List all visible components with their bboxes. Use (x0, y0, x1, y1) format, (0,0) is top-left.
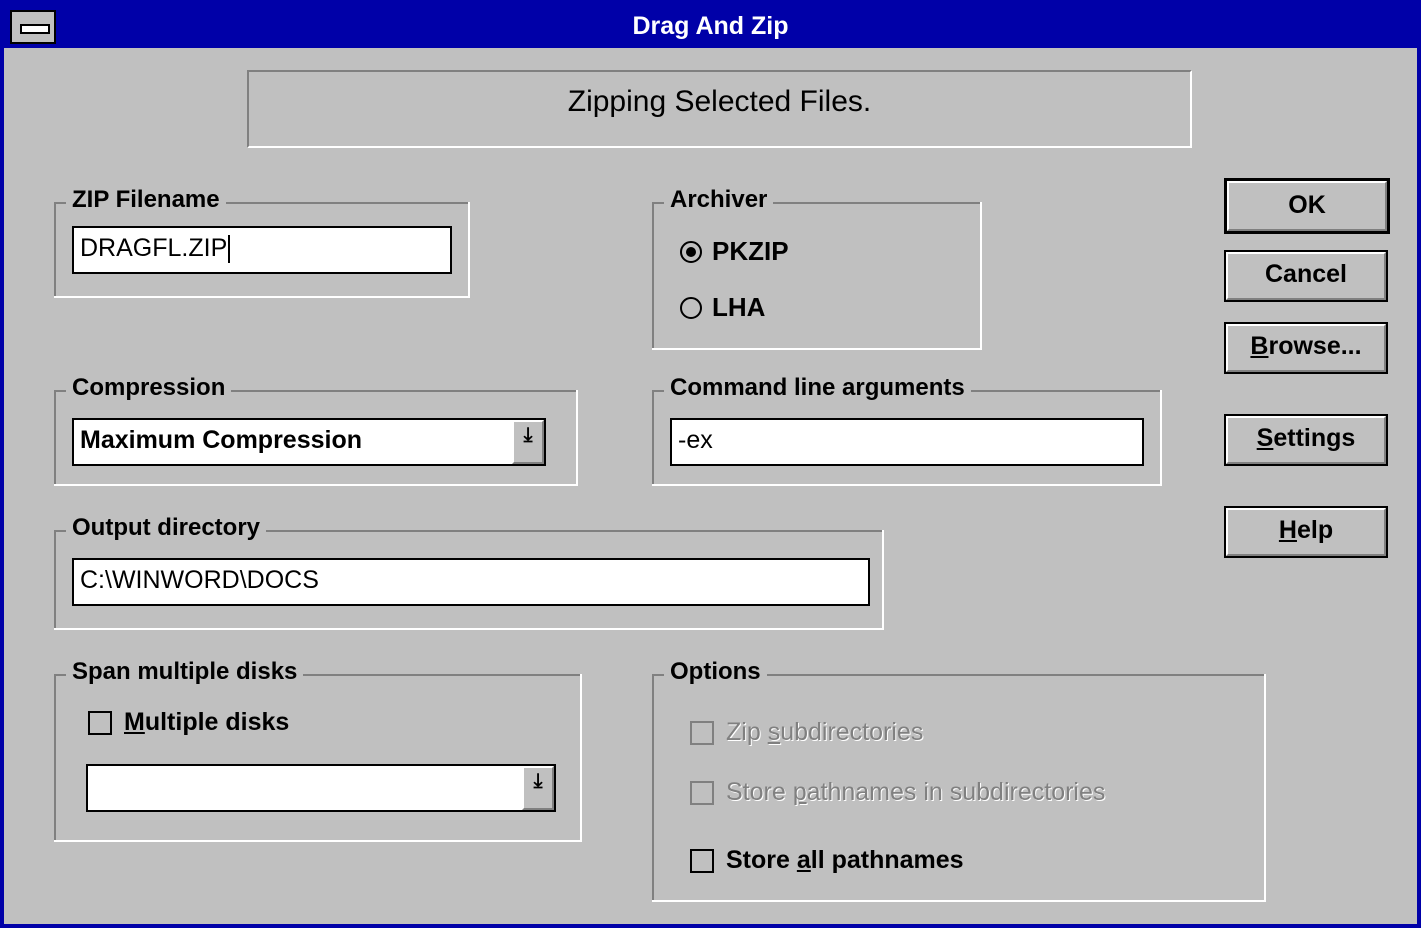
disk-drive-dropdown-button[interactable]: ⤓ (522, 766, 554, 810)
radio-selected-icon (680, 240, 702, 263)
compression-dropdown-button[interactable]: ⤓ (512, 420, 544, 464)
multiple-disks-label: Multiple disks (124, 708, 290, 736)
radio-unselected-icon (680, 296, 702, 319)
checkbox-icon (690, 720, 714, 745)
archiver-label: Archiver (664, 186, 774, 214)
zip-filename-input[interactable]: DRAGFL.ZIP (72, 226, 452, 274)
store-pathnames-subdirs-checkbox[interactable]: Store pathnames in subdirectories (690, 778, 1105, 807)
status-message: Zipping Selected Files. (247, 70, 1192, 148)
multiple-disks-checkbox[interactable]: Multiple disks (88, 708, 289, 737)
store-pathnames-subdirs-label: Store pathnames in subdirectories (726, 778, 1106, 806)
checkbox-icon (690, 848, 714, 873)
output-directory-input[interactable]: C:\WINWORD\DOCS (72, 558, 870, 606)
cancel-button[interactable]: Cancel (1224, 250, 1388, 302)
checkbox-icon (690, 780, 714, 805)
browse-label: rowse... (1268, 332, 1362, 360)
settings-mnemonic: S (1256, 424, 1274, 452)
zip-filename-label: ZIP Filename (66, 186, 226, 214)
dialog-client: Zipping Selected Files. ZIP Filename DRA… (4, 48, 1417, 924)
options-label: Options (664, 658, 767, 686)
radio-pkzip-label: PKZIP (712, 236, 789, 266)
zip-filename-group: ZIP Filename DRAGFL.ZIP (54, 186, 470, 298)
dialog-window: Drag And Zip Zipping Selected Files. ZIP… (0, 0, 1421, 928)
command-line-group: Command line arguments -ex (652, 374, 1162, 486)
command-line-label: Command line arguments (664, 374, 971, 402)
options-group: Options Zip subdirectories Store pathnam… (652, 658, 1266, 902)
compression-label: Compression (66, 374, 232, 402)
radio-pkzip[interactable]: PKZIP (680, 236, 789, 267)
settings-button[interactable]: Settings (1224, 414, 1388, 466)
radio-lha-label: LHA (712, 292, 766, 322)
compression-value: Maximum Compression (80, 426, 363, 454)
span-disks-label: Span multiple disks (66, 658, 304, 686)
archiver-group: Archiver PKZIP LHA (652, 186, 982, 350)
window-title: Drag And Zip (632, 12, 789, 40)
checkbox-icon (88, 710, 112, 735)
store-all-pathnames-label: Store all pathnames (726, 846, 964, 874)
output-directory-group: Output directory C:\WINWORD\DOCS (54, 514, 884, 630)
disk-drive-select[interactable] (86, 764, 556, 812)
store-all-pathnames-checkbox[interactable]: Store all pathnames (690, 846, 964, 875)
help-label: elp (1296, 516, 1334, 544)
compression-select[interactable]: Maximum Compression (72, 418, 546, 466)
zip-subdirectories-checkbox[interactable]: Zip subdirectories (690, 718, 923, 747)
help-button[interactable]: Help (1224, 506, 1388, 558)
settings-label: ettings (1273, 424, 1356, 452)
command-line-input[interactable]: -ex (670, 418, 1144, 466)
output-directory-label: Output directory (66, 514, 267, 542)
title-bar[interactable]: Drag And Zip (4, 4, 1417, 48)
compression-group: Compression Maximum Compression ⤓ (54, 374, 578, 486)
command-line-value: -ex (678, 426, 713, 454)
browse-mnemonic: B (1250, 332, 1269, 360)
help-mnemonic: H (1278, 516, 1297, 544)
down-arrow-icon: ⤓ (523, 424, 533, 446)
browse-button[interactable]: Browse... (1224, 322, 1388, 374)
span-disks-group: Span multiple disks Multiple disks ⤓ (54, 658, 582, 842)
down-arrow-icon: ⤓ (533, 770, 543, 792)
radio-lha[interactable]: LHA (680, 292, 765, 323)
ok-button[interactable]: OK (1224, 178, 1390, 234)
zip-subdirectories-label: Zip subdirectories (726, 718, 924, 746)
output-directory-value: C:\WINWORD\DOCS (80, 566, 319, 594)
zip-filename-value: DRAGFL.ZIP (80, 234, 228, 262)
